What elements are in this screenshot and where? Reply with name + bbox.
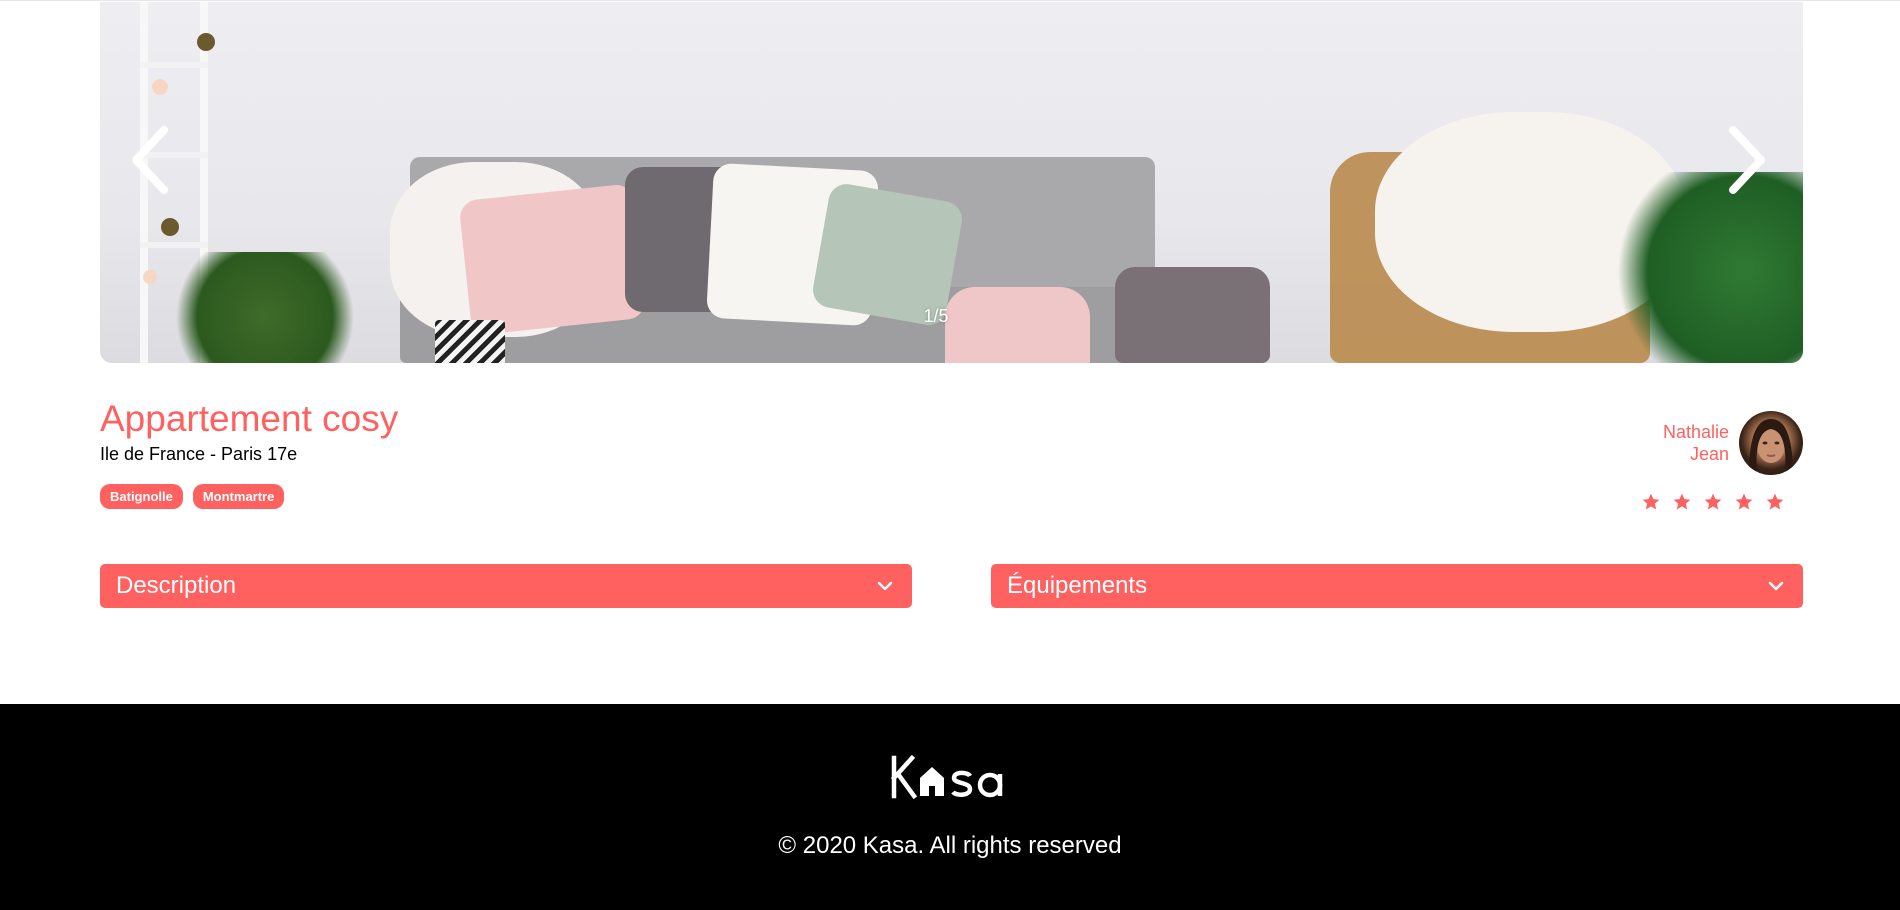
rating-stars (1641, 492, 1785, 512)
star-icon (1642, 493, 1660, 510)
chevron-down-icon (877, 581, 893, 591)
pink-blanket (945, 287, 1090, 363)
equipments-collapse[interactable]: Équipements (991, 564, 1803, 608)
star-icon (1766, 493, 1784, 510)
listing-title: Appartement cosy (100, 398, 399, 439)
host-first-name: Nathalie (1662, 422, 1729, 442)
gallery-next-button[interactable] (1724, 125, 1770, 195)
host-name: Nathalie Jean (1663, 421, 1729, 465)
tag: Batignolle (100, 484, 183, 509)
host-last-name: Jean (1689, 444, 1729, 464)
star-icon (1704, 493, 1722, 510)
description-collapse-title: Description (116, 572, 237, 599)
star-icon (1735, 493, 1753, 510)
footer: © 2020 Kasa. All rights reserved (0, 704, 1900, 910)
pink-pillow (458, 183, 647, 336)
plant-right (1600, 172, 1803, 363)
top-divider (0, 0, 1900, 1)
host-avatar (1739, 411, 1803, 475)
host-info: Nathalie Jean (1663, 411, 1803, 475)
avatar-portrait (1749, 419, 1793, 475)
tag-list: Batignolle Montmartre (100, 484, 285, 509)
tag: Montmartre (192, 484, 285, 509)
gallery-counter: 1/5 (923, 306, 949, 326)
plant-left (160, 252, 370, 363)
listing-location: Ile de France - Paris 17e (100, 444, 298, 464)
star-icon (1673, 493, 1691, 510)
basket (1115, 267, 1270, 363)
cup (435, 320, 505, 363)
chevron-left-icon (132, 126, 168, 194)
equipments-collapse-title: Équipements (1007, 572, 1148, 599)
gallery-prev-button[interactable] (127, 125, 173, 195)
description-collapse[interactable]: Description (100, 564, 912, 608)
kasa-logo (890, 754, 1003, 800)
chevron-right-icon (1729, 126, 1765, 194)
chevron-down-icon (1768, 581, 1784, 591)
copyright-text: © 2020 Kasa. All rights reserved (778, 832, 1122, 859)
